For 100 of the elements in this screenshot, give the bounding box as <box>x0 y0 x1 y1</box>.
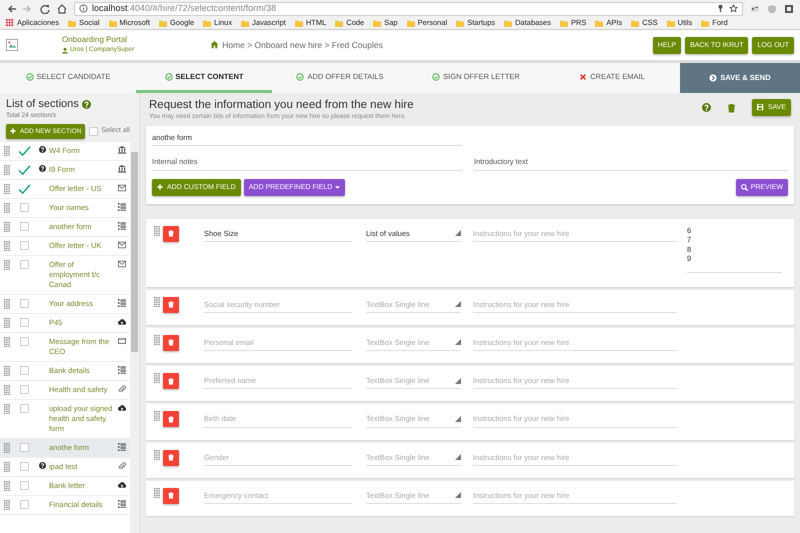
drag-handle-icon[interactable] <box>4 366 10 376</box>
dropdown-arrow-icon <box>455 492 461 498</box>
drag-handle-icon[interactable] <box>4 500 10 510</box>
checkbox[interactable] <box>20 480 28 490</box>
checkbox[interactable] <box>20 240 28 250</box>
cloud-upload-icon <box>118 480 126 489</box>
trash-icon <box>168 339 174 346</box>
dropdown-arrow-icon <box>455 378 461 384</box>
drag-handle-icon[interactable] <box>4 184 10 194</box>
folder-icon <box>406 19 415 27</box>
drag-handle-icon[interactable] <box>4 164 10 175</box>
section-list-title: List of sections <box>6 98 79 111</box>
apps-icon <box>6 19 14 27</box>
bank-icon <box>118 164 126 173</box>
back-icon[interactable] <box>6 4 16 14</box>
checkbox[interactable] <box>20 222 28 231</box>
checkbox[interactable] <box>20 500 28 509</box>
drag-handle-icon[interactable] <box>4 222 10 232</box>
list-icon <box>118 500 126 508</box>
envelope-icon <box>118 184 126 192</box>
drag-handle-icon[interactable] <box>4 480 10 491</box>
delete-button[interactable] <box>163 450 179 466</box>
star-icon[interactable] <box>729 4 738 13</box>
caret-icon <box>335 186 340 188</box>
checkbox[interactable] <box>20 366 28 375</box>
plus-icon <box>10 128 16 134</box>
delete-button[interactable] <box>163 334 179 351</box>
cloud-upload-icon <box>118 318 126 326</box>
drag-handle-icon[interactable] <box>154 450 160 460</box>
trash-icon <box>168 230 174 237</box>
folder-icon <box>631 19 640 27</box>
drag-handle-icon[interactable] <box>4 240 10 251</box>
checkbox[interactable] <box>20 404 28 413</box>
breadcrumb: Home > Onboard new hire > Fred Couples <box>222 38 383 52</box>
drag-handle-icon[interactable] <box>154 226 160 236</box>
user-icon <box>62 46 68 54</box>
key-icon[interactable] <box>716 4 725 13</box>
help-icon[interactable] <box>38 164 46 172</box>
checkbox[interactable] <box>20 384 28 394</box>
trash-icon <box>168 416 174 423</box>
checkbox[interactable] <box>20 298 28 308</box>
checkbox[interactable] <box>20 202 28 212</box>
drag-handle-icon[interactable] <box>4 298 10 309</box>
scrollbar[interactable] <box>130 142 139 533</box>
extension-icon[interactable] <box>784 4 794 14</box>
extension-icon[interactable] <box>750 4 760 14</box>
checkbox[interactable] <box>20 318 28 327</box>
url-text: localhost:4040/#/hire/72/selectcontent/form/38 <box>92 2 276 15</box>
checkbox[interactable] <box>20 260 28 269</box>
portal-title: Onboarding Portal <box>62 35 128 46</box>
drag-handle-icon[interactable] <box>4 462 10 472</box>
drag-handle-icon[interactable] <box>4 146 10 156</box>
list-icon <box>118 202 126 211</box>
cloud-upload-icon <box>118 404 126 412</box>
dropdown-arrow-icon <box>455 301 461 308</box>
dropdown-arrow-icon <box>455 454 461 460</box>
delete-button[interactable] <box>163 488 179 504</box>
folder-icon <box>666 19 675 27</box>
search-icon <box>740 184 748 190</box>
trash-icon[interactable] <box>726 102 736 112</box>
paperclip-icon <box>118 384 126 393</box>
checkbox[interactable] <box>20 442 28 452</box>
drag-handle-icon[interactable] <box>4 260 10 270</box>
folder-icon <box>701 19 710 27</box>
folder-icon <box>203 19 212 27</box>
drag-handle-icon[interactable] <box>4 404 10 414</box>
drag-handle-icon[interactable] <box>4 384 10 395</box>
video-icon <box>118 336 126 345</box>
delete-button[interactable] <box>163 373 179 389</box>
reload-icon[interactable] <box>40 4 50 14</box>
delete-button[interactable] <box>163 226 179 242</box>
home-icon <box>210 41 220 49</box>
drag-handle-icon[interactable] <box>4 336 10 347</box>
drag-handle-icon[interactable] <box>4 202 10 213</box>
drag-handle-icon[interactable] <box>154 411 160 422</box>
checkbox[interactable] <box>20 336 28 346</box>
delete-button[interactable] <box>163 411 179 428</box>
address-bar[interactable]: localhost:4040/#/hire/72/selectcontent/form/38 <box>74 2 743 16</box>
dropdown-arrow-icon <box>455 230 461 236</box>
dropdown-arrow-icon <box>455 416 461 422</box>
home-icon[interactable] <box>57 4 67 14</box>
dropdown-arrow-icon <box>455 339 461 346</box>
drag-handle-icon[interactable] <box>154 334 160 345</box>
trash-icon <box>168 301 174 308</box>
help-icon[interactable] <box>38 146 46 153</box>
trash-icon <box>168 492 174 500</box>
folder-icon <box>241 19 250 27</box>
drag-handle-icon[interactable] <box>154 488 160 498</box>
drag-handle-icon[interactable] <box>154 296 160 306</box>
paperclip-icon <box>118 462 126 470</box>
drag-handle-icon[interactable] <box>154 373 160 383</box>
drag-handle-icon[interactable] <box>4 442 10 453</box>
folder-icon <box>595 19 604 27</box>
list-icon <box>118 222 126 230</box>
drag-handle-icon[interactable] <box>4 318 10 328</box>
delete-button[interactable] <box>163 296 179 312</box>
arrow-circle-icon <box>709 74 718 82</box>
folder-icon <box>158 19 167 27</box>
checkbox[interactable] <box>20 462 28 471</box>
help-icon[interactable] <box>38 462 46 469</box>
